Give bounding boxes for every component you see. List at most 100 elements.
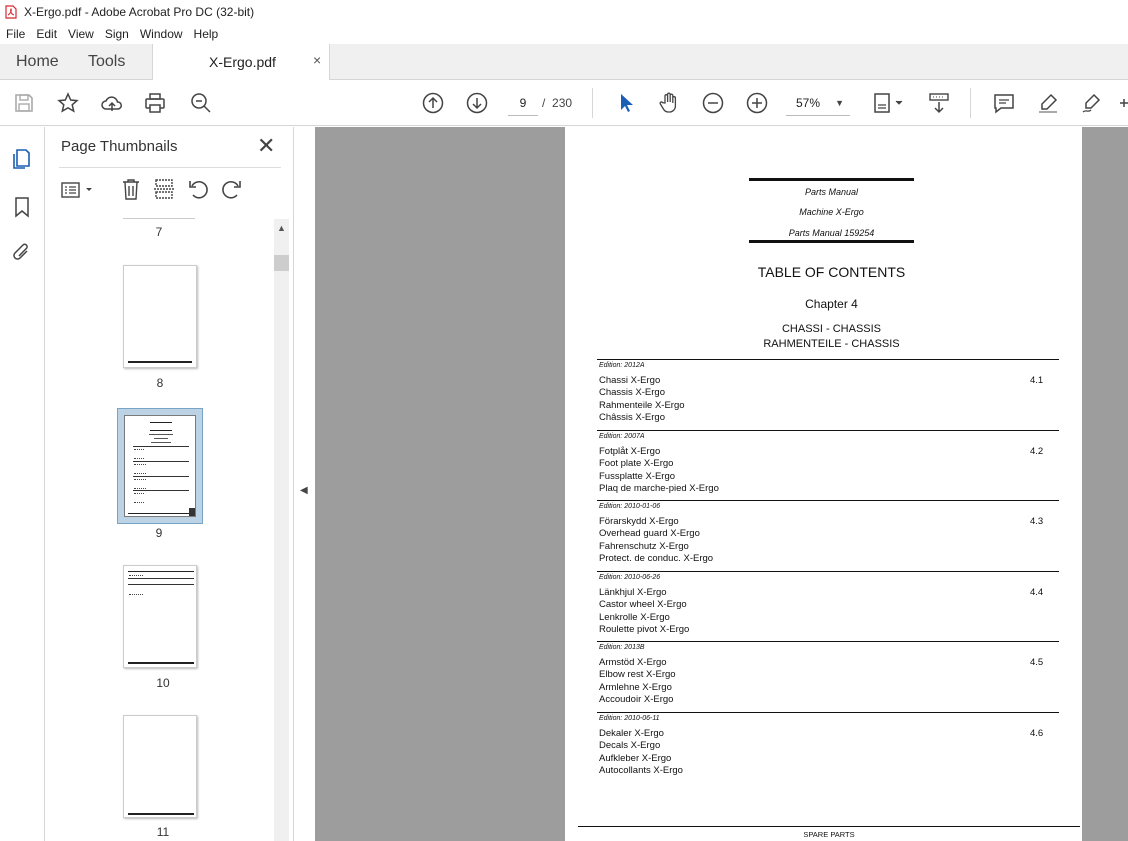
section-line[interactable]: Aufkleber X-Ergo — [599, 753, 671, 765]
section-divider — [597, 571, 1059, 572]
section-line[interactable]: Protect. de conduc. X-Ergo — [599, 553, 713, 565]
acrobat-pdf-icon — [5, 5, 17, 19]
toc-title: TABLE OF CONTENTS — [757, 264, 906, 280]
scroll-mode-icon[interactable] — [927, 91, 951, 115]
section-line[interactable]: Plaq de marche-pied X-Ergo — [599, 483, 719, 495]
thumbnail-label-10: 10 — [156, 676, 170, 690]
zoom-in-icon[interactable] — [745, 91, 769, 115]
section-line[interactable]: Fotplåt X-Ergo — [599, 446, 660, 458]
close-icon[interactable]: ✕ — [257, 133, 275, 159]
tab-close-icon[interactable]: × — [313, 52, 321, 68]
section-line[interactable]: Chassi X-Ergo — [599, 375, 660, 387]
page-fit-icon[interactable] — [872, 91, 906, 115]
section-line[interactable]: Armlehne X-Ergo — [599, 682, 672, 694]
scrollbar-thumb[interactable] — [274, 255, 289, 271]
section-divider — [597, 712, 1059, 713]
document-viewer[interactable]: Parts Manual Machine X-Ergo Parts Manual… — [315, 127, 1128, 841]
section-edition: Edition: 2010-01-06 — [599, 503, 661, 510]
footer-label: SPARE PARTS — [803, 830, 855, 839]
section-line[interactable]: Dekaler X-Ergo — [599, 728, 664, 740]
comment-icon[interactable] — [992, 91, 1016, 115]
hand-tool-icon[interactable] — [657, 91, 681, 115]
bookmark-icon[interactable] — [12, 195, 32, 219]
chapter-title: Chapter 4 — [805, 297, 858, 311]
thumbnail-page-9-selected[interactable] — [117, 408, 203, 524]
rotate-clockwise-icon[interactable] — [221, 177, 243, 201]
tab-tools[interactable]: Tools — [88, 44, 125, 80]
section-line[interactable]: Rahmenteile X-Ergo — [599, 400, 685, 412]
next-page-icon[interactable] — [465, 91, 489, 115]
zoom-search-icon[interactable] — [189, 91, 213, 115]
section-line[interactable]: Foot plate X-Ergo — [599, 458, 673, 470]
delete-trash-icon[interactable] — [120, 177, 142, 201]
thumbnails-scrollbar[interactable]: ▲ — [274, 219, 289, 841]
panel-collapse-handle[interactable]: ◀ — [293, 127, 315, 841]
section-line[interactable]: Lenkrolle X-Ergo — [599, 612, 670, 624]
thumbnail-options-icon[interactable] — [61, 180, 97, 200]
tab-document[interactable]: X-Ergo.pdf × — [152, 44, 330, 81]
thumbnail-page-8[interactable] — [123, 265, 197, 368]
thumbnail-label-9: 9 — [155, 526, 163, 540]
collapse-left-arrow-icon[interactable]: ◀ — [300, 485, 308, 496]
section-number[interactable]: 4.3 — [1030, 516, 1043, 528]
section-line[interactable]: Castor wheel X-Ergo — [599, 599, 687, 611]
section-edition: Edition: 2007A — [599, 433, 645, 440]
menu-view[interactable]: View — [62, 27, 99, 41]
window-title: X-Ergo.pdf - Adobe Acrobat Pro DC (32-bi… — [24, 5, 255, 19]
section-line[interactable]: Autocollants X-Ergo — [599, 765, 683, 777]
highlight-pen-icon[interactable] — [1036, 91, 1060, 115]
section-number[interactable]: 4.5 — [1030, 657, 1043, 669]
section-line[interactable]: Förarskydd X-Ergo — [599, 516, 679, 528]
section-number[interactable]: 4.1 — [1030, 375, 1043, 387]
more-tools-icon[interactable] — [1120, 91, 1128, 115]
page-number-input[interactable]: 9 — [508, 90, 538, 116]
section-line[interactable]: Roulette pivot X-Ergo — [599, 624, 689, 636]
section-line[interactable]: Decals X-Ergo — [599, 740, 660, 752]
menu-edit[interactable]: Edit — [30, 27, 62, 41]
tab-home[interactable]: Home — [16, 44, 59, 80]
attachment-icon[interactable] — [11, 240, 33, 264]
panel-title: Page Thumbnails — [61, 138, 178, 155]
print-icon[interactable] — [143, 91, 167, 115]
section-divider — [597, 500, 1059, 501]
menu-help[interactable]: Help — [188, 27, 224, 41]
select-cursor-icon[interactable] — [614, 91, 638, 115]
thumbnail-page-11[interactable] — [123, 715, 197, 818]
previous-page-icon[interactable] — [421, 91, 445, 115]
section-line[interactable]: Armstöd X-Ergo — [599, 657, 667, 669]
section-line[interactable]: Fahrenschutz X-Ergo — [599, 541, 689, 553]
section-line[interactable]: Fussplatte X-Ergo — [599, 471, 675, 483]
header-line-3: Parts Manual 159254 — [788, 228, 875, 238]
thumbnail-label-7: 7 — [155, 225, 163, 239]
rotate-counterclockwise-icon[interactable] — [187, 177, 209, 201]
section-line[interactable]: Châssis X-Ergo — [599, 412, 665, 424]
section-number[interactable]: 4.4 — [1030, 587, 1043, 599]
menu-bar: File Edit View Sign Window Help — [0, 24, 1128, 44]
menu-file[interactable]: File — [0, 27, 30, 41]
star-icon[interactable] — [56, 91, 80, 115]
section-line[interactable]: Overhead guard X-Ergo — [599, 528, 700, 540]
draw-sign-icon[interactable] — [1080, 91, 1104, 115]
section-line[interactable]: Länkhjul X-Ergo — [599, 587, 667, 599]
section-line[interactable]: Chassis X-Ergo — [599, 387, 665, 399]
scroll-up-arrow-icon[interactable]: ▲ — [277, 223, 286, 233]
section-number[interactable]: 4.2 — [1030, 446, 1043, 458]
thumbnail-label-8: 8 — [156, 376, 164, 390]
section-line[interactable]: Accoudoir X-Ergo — [599, 694, 673, 706]
menu-sign[interactable]: Sign — [99, 27, 134, 41]
page-thumbnails-icon[interactable] — [11, 147, 33, 171]
upload-cloud-icon[interactable] — [100, 91, 124, 115]
chevron-down-icon: ▼ — [835, 98, 844, 108]
zoom-level-select[interactable]: 57% ▼ — [786, 90, 850, 116]
extract-pages-icon[interactable] — [153, 177, 175, 201]
tab-bar: Home Tools X-Ergo.pdf × — [0, 44, 1128, 81]
header-line-2: Machine X-Ergo — [799, 207, 864, 217]
section-edition: Edition: 2013B — [599, 644, 645, 651]
section-line[interactable]: Elbow rest X-Ergo — [599, 669, 676, 681]
thumbnail-label-11: 11 — [156, 825, 170, 839]
save-icon[interactable] — [12, 91, 36, 115]
thumbnail-page-10[interactable] — [123, 565, 197, 668]
section-number[interactable]: 4.6 — [1030, 728, 1043, 740]
menu-window[interactable]: Window — [134, 27, 188, 41]
zoom-out-icon[interactable] — [701, 91, 725, 115]
